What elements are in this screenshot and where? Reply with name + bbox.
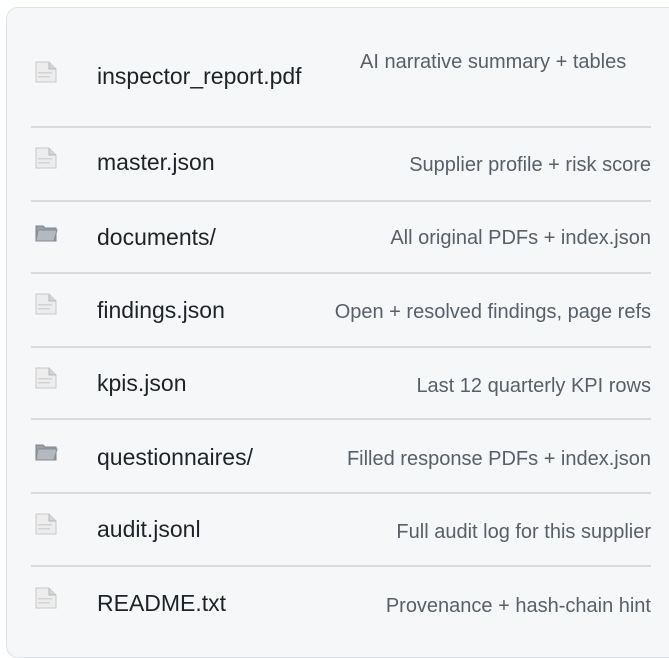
list-item[interactable]: questionnaires/ Filled response PDFs + i… xyxy=(31,420,651,494)
file-name: audit.jsonl xyxy=(97,516,201,542)
list-item[interactable]: documents/ All original PDFs + index.jso… xyxy=(31,202,651,274)
file-description: AI narrative summary + tables xyxy=(360,51,627,73)
file-name: documents/ xyxy=(97,224,216,250)
file-icon xyxy=(35,587,57,609)
file-description: Last 12 quarterly KPI rows xyxy=(416,375,651,397)
file-description: Filled response PDFs + index.json xyxy=(346,448,651,470)
file-icon xyxy=(35,61,57,83)
list-item[interactable]: audit.jsonl Full audit log for this supp… xyxy=(31,494,651,567)
file-name: master.json xyxy=(97,149,215,175)
file-name: findings.json xyxy=(97,297,225,323)
file-name: inspector_report.pdf xyxy=(97,63,302,89)
file-name: kpis.json xyxy=(97,370,187,396)
file-description: Provenance + hash-chain hint xyxy=(385,595,651,617)
list-item[interactable]: master.json Supplier profile + risk scor… xyxy=(31,128,651,202)
list-item[interactable]: README.txt Provenance + hash-chain hint xyxy=(31,567,651,647)
file-description: Supplier profile + risk score xyxy=(409,154,651,176)
file-name: README.txt xyxy=(97,590,227,616)
file-icon xyxy=(35,147,57,169)
folder-icon xyxy=(35,444,58,461)
folder-icon xyxy=(35,225,58,242)
file-description: Open + resolved findings, page refs xyxy=(334,301,651,323)
list-item[interactable]: findings.json Open + resolved findings, … xyxy=(31,274,651,348)
file-name: questionnaires/ xyxy=(97,444,253,470)
file-icon xyxy=(35,293,57,315)
file-description: Full audit log for this supplier xyxy=(396,521,651,543)
list-item[interactable]: kpis.json Last 12 quarterly KPI rows xyxy=(31,348,651,420)
file-icon xyxy=(35,513,57,535)
list-item[interactable]: inspector_report.pdf AI narrative summar… xyxy=(31,8,651,128)
file-icon xyxy=(35,367,57,389)
file-description: All original PDFs + index.json xyxy=(390,227,651,249)
file-tree-panel: inspector_report.pdf AI narrative summar… xyxy=(6,7,669,658)
